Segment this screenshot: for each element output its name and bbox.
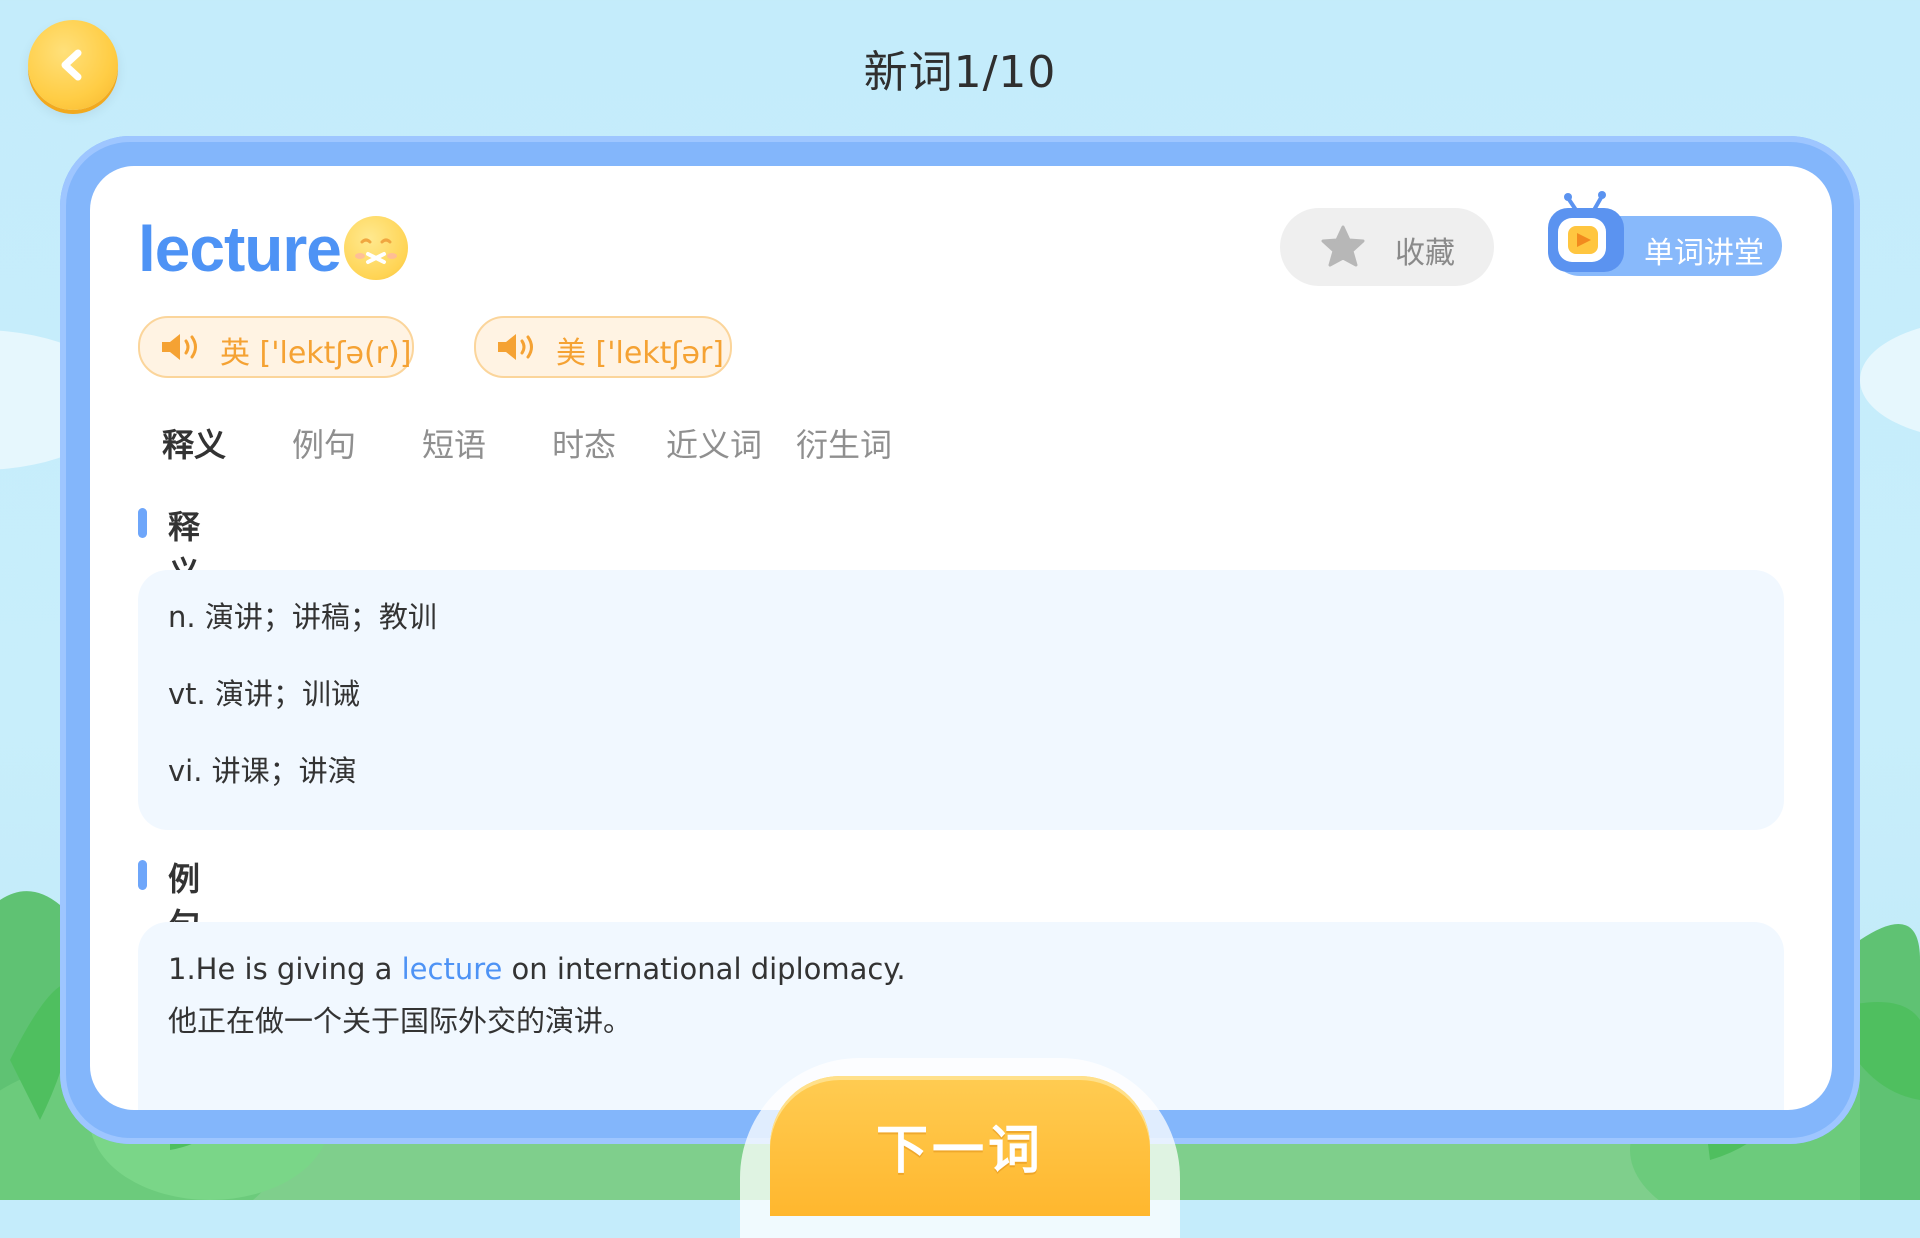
speaker-icon — [498, 334, 533, 360]
tv-play-icon — [1548, 191, 1624, 272]
tab-synonyms[interactable]: 近义词 — [666, 420, 762, 466]
tab-definition[interactable]: 释义 — [162, 420, 226, 466]
section-marker — [138, 508, 147, 538]
highlighted-word: lecture — [401, 952, 503, 986]
page-title: 新词1/10 — [863, 47, 1057, 98]
star-icon — [1321, 225, 1365, 267]
next-word-button[interactable]: 下一词 — [770, 1076, 1150, 1216]
emoji-icon — [344, 216, 408, 280]
next-word-label: 下一词 — [875, 1121, 1044, 1181]
favorite-button[interactable]: 收藏 — [1280, 208, 1494, 286]
section-marker — [138, 860, 147, 890]
word-card: lecture 收藏 单词讲堂 英 ['lektʃə(r)] 美 ['lektʃ… — [90, 166, 1832, 1110]
definition-line: n. 演讲；讲稿；教训 — [168, 600, 437, 634]
tab-phrases[interactable]: 短语 — [422, 420, 486, 466]
tab-tenses[interactable]: 时态 — [552, 420, 616, 466]
word-lesson-button[interactable]: 单词讲堂 — [1548, 191, 1782, 276]
next-word-area: 下一词 — [740, 1058, 1180, 1238]
pronunciation-us-label: 美 ['lektʃər] — [556, 336, 724, 371]
example-sentence-en: 1.He is giving a lecture on internationa… — [168, 952, 906, 986]
example-sentence-zh: 他正在做一个关于国际外交的演讲。 — [168, 1004, 633, 1038]
definition-box: n. 演讲；讲稿；教训 vt. 演讲；训诫 vi. 讲课；讲演 — [138, 570, 1784, 830]
tab-examples[interactable]: 例句 — [292, 420, 356, 466]
pronunciation-us-button[interactable]: 美 ['lektʃər] — [474, 316, 732, 378]
definition-line: vi. 讲课；讲演 — [168, 754, 357, 788]
pronunciation-uk-button[interactable]: 英 ['lektʃə(r)] — [138, 316, 414, 378]
favorite-label: 收藏 — [1395, 236, 1455, 271]
tab-derivatives[interactable]: 衍生词 — [796, 420, 892, 466]
pronunciation-uk-label: 英 ['lektʃə(r)] — [220, 336, 412, 371]
definition-line: vt. 演讲；训诫 — [168, 677, 360, 711]
word-lesson-label: 单词讲堂 — [1644, 236, 1764, 271]
speaker-icon — [162, 334, 197, 360]
word-title: lecture — [138, 213, 342, 285]
